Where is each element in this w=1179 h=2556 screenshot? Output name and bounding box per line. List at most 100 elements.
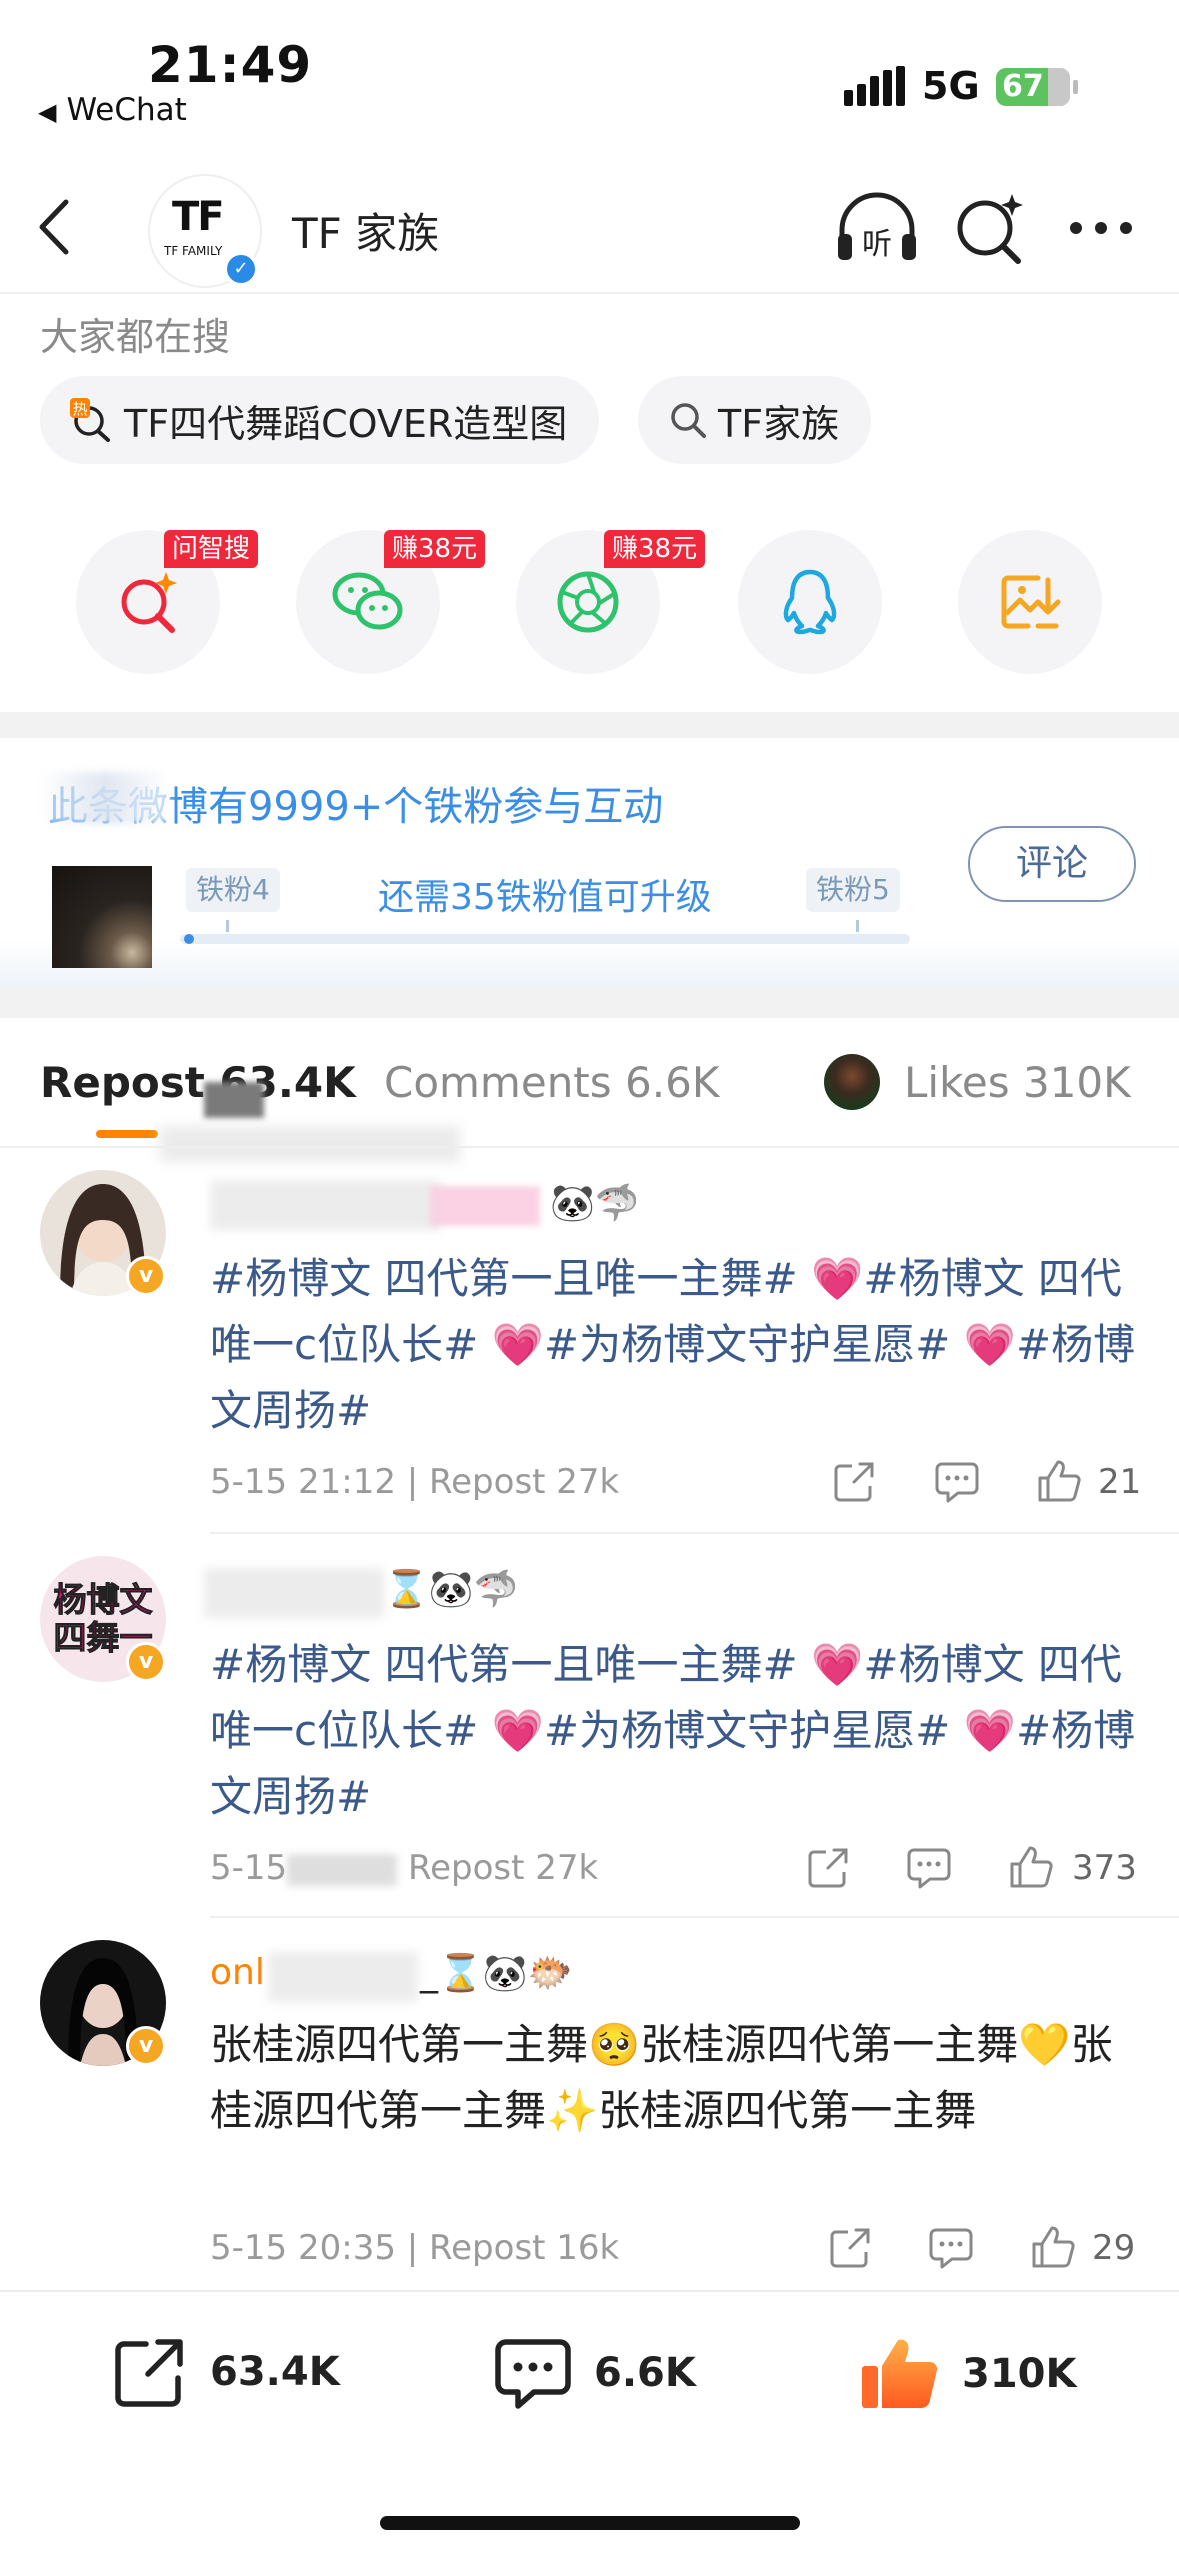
svg-text:听: 听 [862, 227, 892, 262]
share-icon[interactable] [832, 1460, 876, 1504]
repost-item[interactable]: 杨博文 四舞一 v ⌛🐼🦈 #杨博文 四代第一且唯一主舞# 💗#杨博文 四代唯一… [0, 1556, 1179, 1916]
back-chevron-icon[interactable] [30, 192, 80, 262]
sparkle-search-icon [121, 572, 177, 633]
network-label: 5G [922, 64, 980, 108]
repost-item[interactable]: v 🐼🦈 #杨博文 四代第一且唯一主舞# 💗#杨博文 四代唯一c位队长# 💗#为… [0, 1170, 1179, 1530]
fans-gradient [0, 940, 1179, 986]
blur-mask [160, 1126, 460, 1162]
repost-count: Repost 16k [429, 2228, 620, 2268]
username-emojis: _⌛🐼🐡 [420, 1953, 573, 1994]
status-time: 21:49 [148, 36, 313, 94]
like-count: 373 [1072, 1848, 1137, 1888]
username-emojis: ⌛🐼🦈 [384, 1569, 519, 1610]
blur-mask [268, 1952, 418, 2002]
fans-comment-button[interactable]: 评论 [968, 826, 1136, 902]
comment-icon[interactable] [934, 1460, 980, 1504]
headphones-listen-icon[interactable]: 听 [834, 190, 920, 266]
battery-icon: 67 [996, 68, 1078, 106]
comment-icon[interactable] [906, 1846, 952, 1890]
nav-divider [0, 292, 1179, 294]
share-save-image-button[interactable] [958, 530, 1102, 674]
share-badge: 赚38元 [384, 530, 486, 568]
bottom-repost-button[interactable]: 63.4K [112, 2336, 340, 2408]
fans-level-current: 铁粉4 [186, 868, 280, 912]
username-emojis: 🐼🦈 [550, 1183, 640, 1224]
repost-count: Repost 27k [407, 1848, 599, 1888]
verified-orange-icon: v [126, 2026, 166, 2066]
fans-level-next: 铁粉5 [806, 868, 900, 912]
repost-share-icon [115, 2339, 183, 2407]
svg-text:热: 热 [72, 400, 87, 418]
like-thumb-icon[interactable] [1036, 1458, 1082, 1504]
repost-meta: 5-15 21:12 | Repost 27k [210, 1462, 620, 1502]
blur-mask [430, 1186, 540, 1226]
repost-time: 5-15 20:35 [210, 2228, 396, 2268]
tab-active-indicator [96, 1130, 158, 1138]
bottom-comment-button[interactable]: 6.6K [494, 2336, 696, 2410]
back-to-wechat[interactable]: ◀ WeChat [38, 92, 187, 128]
fans-thumbnail[interactable] [52, 866, 152, 968]
hot-search-chip-1[interactable]: 热 TF四代舞蹈COVER造型图 [40, 376, 600, 464]
back-app-label: WeChat [66, 92, 187, 128]
blur-mask [204, 1568, 384, 1618]
avatar-logo: TF [172, 194, 225, 240]
bottom-like-count: 310K [962, 2351, 1077, 2397]
home-indicator[interactable] [380, 2516, 800, 2530]
like-thumb-icon[interactable] [1030, 2224, 1076, 2270]
avatar-subtext: TF FAMILY [164, 244, 223, 258]
share-icon[interactable] [828, 2226, 872, 2270]
fans-need-text: 还需35铁粉值可升级 [378, 877, 712, 918]
blur-mask [287, 1853, 398, 1886]
tabs-divider [0, 1146, 1179, 1148]
verified-orange-icon: v [126, 1256, 166, 1296]
repost-meta: 5-15 20:35 | Repost 16k [210, 2228, 620, 2268]
search-icon [671, 403, 706, 438]
share-badge: 问智搜 [164, 530, 259, 568]
tab-repost[interactable]: Repost 63.4K [40, 1058, 356, 1107]
hot-search-chip-2[interactable]: TF家族 [638, 376, 872, 464]
repost-text: #杨博文 四代第一且唯一主舞# 💗#杨博文 四代唯一c位队长# 💗#为杨博文守护… [210, 1640, 1136, 1821]
tab-comments-label: Comments [384, 1058, 612, 1107]
blur-mask [204, 1082, 264, 1118]
qq-penguin-icon [783, 569, 837, 635]
like-thumb-filled-icon [862, 2339, 938, 2409]
bottom-like-button[interactable]: 310K [860, 2336, 1077, 2412]
tab-comments[interactable]: Comments 6.6K [384, 1058, 719, 1107]
share-icon[interactable] [806, 1846, 850, 1890]
progress-tick [226, 920, 229, 932]
hot-search-chip-label: TF四代舞蹈COVER造型图 [124, 401, 568, 446]
like-count: 29 [1092, 2228, 1136, 2268]
tab-repost-label: Repost [40, 1058, 205, 1107]
account-name[interactable]: TF 家族 [292, 200, 439, 261]
fans-progress-bar [180, 920, 910, 944]
like-count: 21 [1098, 1462, 1142, 1502]
bottom-comment-count: 6.6K [594, 2350, 696, 2396]
share-badge: 赚38元 [604, 530, 706, 568]
share-qq-button[interactable] [738, 530, 882, 674]
likes-avatar [824, 1054, 880, 1110]
comment-bubble-icon [495, 2339, 571, 2409]
battery-level: 67 [1002, 69, 1044, 104]
search-sparkle-icon[interactable] [952, 190, 1028, 266]
verified-orange-icon: v [126, 1642, 166, 1682]
blur-mask [40, 772, 170, 824]
repost-item[interactable]: v onl _⌛🐼🐡 张桂源四代第一主舞🥺张桂源四代第一主舞💛张桂源四代第一主舞… [0, 1940, 1179, 2280]
moments-aperture-icon [557, 571, 619, 633]
tab-likes[interactable]: Likes 310K [904, 1058, 1131, 1107]
tab-likes-count: 310K [1022, 1058, 1131, 1107]
like-thumb-icon[interactable] [1008, 1844, 1054, 1890]
comment-icon[interactable] [928, 2226, 974, 2270]
signal-icon [844, 66, 906, 106]
account-avatar[interactable]: TF TF FAMILY ✓ [150, 176, 260, 286]
verified-blue-icon: ✓ [224, 252, 258, 286]
repost-divider [210, 1532, 1179, 1534]
hot-search-label: 大家都在搜 [40, 315, 231, 359]
hot-search-chip-label: TF家族 [718, 401, 840, 446]
repost-divider [210, 1916, 1179, 1918]
username[interactable]: onl [210, 1952, 265, 1993]
bottom-repost-count: 63.4K [210, 2349, 340, 2395]
section-gap [0, 986, 1179, 1018]
save-image-icon [1001, 575, 1061, 629]
repost-text: #杨博文 四代第一且唯一主舞# 💗#杨博文 四代唯一c位队长# 💗#为杨博文守护… [210, 1254, 1136, 1435]
more-dots-icon[interactable] [1066, 218, 1136, 238]
